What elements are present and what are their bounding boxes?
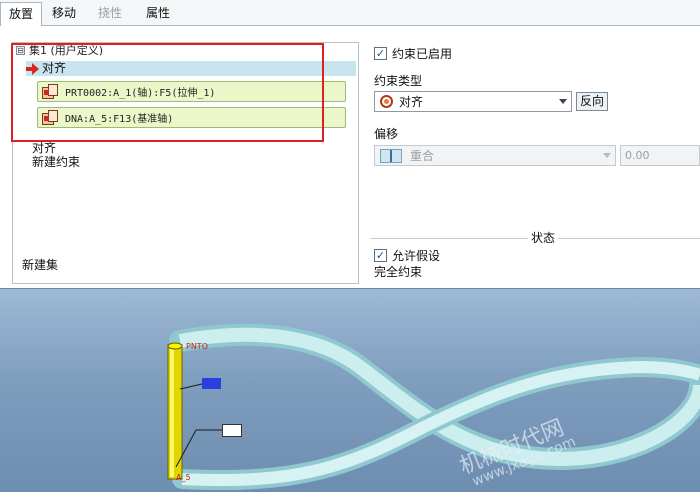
tab-bar: 放置 移动 挠性 属性 bbox=[0, 0, 700, 27]
callout-leader-1 bbox=[179, 383, 203, 390]
callout-flag-1[interactable]: A_1 bbox=[202, 378, 221, 389]
tree-item-new-constraint[interactable]: 新建约束 bbox=[32, 155, 80, 169]
tab-placement[interactable]: 放置 bbox=[0, 2, 43, 27]
offset-value: 重合 bbox=[410, 149, 435, 163]
allow-assumptions-checkbox[interactable]: ✓ 允许假设 bbox=[374, 247, 440, 264]
tab-move[interactable]: 移动 bbox=[44, 2, 84, 26]
constraint-type-value: 对齐 bbox=[399, 95, 424, 109]
offset-label: 偏移 bbox=[374, 127, 399, 141]
ribbon-front bbox=[169, 323, 700, 471]
offset-select: 重合 bbox=[374, 145, 616, 166]
constraint-enabled-label: 约束已启用 bbox=[392, 47, 453, 61]
highlight-box bbox=[11, 43, 324, 142]
tree-item-constraint[interactable]: 对齐 bbox=[32, 141, 56, 155]
axis-label-top: PNTO bbox=[186, 342, 208, 351]
offset-number-field: 0.00 bbox=[620, 145, 700, 166]
axis-label-bottom: A_5 bbox=[176, 473, 191, 482]
coincident-icon bbox=[380, 148, 402, 163]
status-result: 完全约束 bbox=[374, 265, 423, 279]
axis-cylinder-shine bbox=[170, 347, 174, 477]
callout-flag-2[interactable]: A_5 bbox=[222, 424, 242, 437]
checkbox-checked-icon: ✓ bbox=[374, 47, 387, 60]
graphics-viewport[interactable]: PNTO A_5 A_1 A_5 机械时代网 www.jxage.com bbox=[0, 288, 700, 492]
axis-cylinder-top bbox=[167, 342, 183, 350]
tab-properties[interactable]: 属性 bbox=[138, 2, 178, 26]
tab-flexibility: 挠性 bbox=[98, 6, 123, 20]
checkbox-checked-icon: ✓ bbox=[374, 249, 387, 262]
constraint-type-select[interactable]: 对齐 bbox=[374, 91, 572, 112]
status-heading: 状态 bbox=[528, 231, 559, 245]
constraint-type-label: 约束类型 bbox=[374, 74, 423, 88]
tree-item-new-set[interactable]: 新建集 bbox=[22, 258, 58, 272]
allow-assumptions-label: 允许假设 bbox=[392, 249, 441, 263]
chevron-down-icon bbox=[603, 153, 611, 158]
model-graphics bbox=[167, 323, 700, 491]
constraint-enabled-checkbox[interactable]: ✓ 约束已启用 bbox=[374, 45, 452, 62]
flip-button[interactable]: 反向 bbox=[576, 92, 609, 111]
chevron-down-icon bbox=[559, 99, 567, 104]
align-ring-icon bbox=[380, 95, 393, 108]
ribbon-back-highlight bbox=[181, 360, 700, 487]
